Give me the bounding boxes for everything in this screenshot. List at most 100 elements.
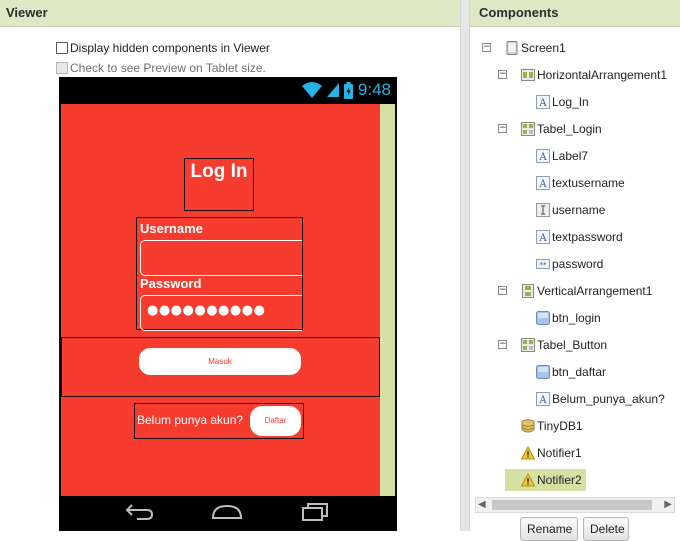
status-clock: 9:48 [357,80,391,99]
title-arrangement[interactable]: Log In [184,158,254,211]
display-hidden-option[interactable]: Display hidden components in Viewer [56,38,270,58]
tree-horizontal-scrollbar[interactable]: ◀ ▶ [475,497,675,513]
page-title: Log In [190,161,248,182]
rename-button[interactable]: Rename [520,517,578,541]
table-arrangement-icon [521,122,537,136]
signal-icon [326,83,339,97]
recent-apps-icon[interactable] [299,502,331,522]
tree-item[interactable]: TinyDB1 [521,415,583,437]
tree-item-label: Belum_punya_akun? [552,392,665,406]
scroll-thumb[interactable] [492,500,652,510]
tree-item[interactable]: A Log_In [536,91,589,113]
button-icon [536,365,552,379]
label-icon: A [536,392,552,406]
database-icon [521,419,537,433]
tree-item-label: VerticalArrangement1 [537,284,653,298]
tree-item[interactable]: Atextusername [536,172,625,194]
tree-item-label: Screen1 [521,41,566,55]
scroll-left-icon[interactable]: ◀ [478,498,486,512]
tree-item[interactable]: Screen1 [505,37,566,59]
register-prompt: Belum punya akun? [137,413,244,427]
viewer-options: Display hidden components in Viewer Chec… [56,38,270,78]
password-value: ●●●●●●●●●● [147,303,266,318]
tree-item-label: HorizontalArrangement1 [537,68,668,82]
tree-item[interactable]: HorizontalArrangement1 [521,64,667,86]
tree-item-label: Tabel_Login [537,122,602,136]
wifi-icon [301,82,322,98]
tree-item-label: password [552,257,604,271]
tree-item[interactable]: Tabel_Login [521,118,602,140]
tree-item[interactable]: VerticalArrangement1 [521,280,652,302]
login-button[interactable]: Masuk [139,348,301,375]
svg-text:A: A [538,152,547,163]
status-bar: 9:48 [59,77,397,104]
username-label: Username [140,221,203,236]
tree-item-label: btn_daftar [552,365,607,379]
panel-divider[interactable] [460,0,470,531]
label-icon: A [536,176,552,190]
components-panel: Components − Screen1 − HorizontalArrangemen… [470,0,680,541]
register-table[interactable]: Belum punya akun? Daftar [134,403,304,439]
tree-toggle[interactable]: − [482,43,491,52]
tree-toggle[interactable]: − [498,286,507,295]
svg-text:A: A [538,233,547,244]
table-arrangement-icon [521,338,537,352]
tree-item-label: textusername [552,176,625,190]
textbox-icon [536,203,552,217]
tree-item-label: TinyDB1 [537,419,583,433]
tablet-preview-label[interactable]: Check to see Preview on Tablet size. [70,61,266,75]
tree-item[interactable]: Notifier1 [521,442,582,464]
register-button[interactable]: Daftar [250,406,301,436]
password-textbox-icon: ** [536,257,552,271]
tree-item-label: Tabel_Button [537,338,608,352]
battery-icon [343,81,353,99]
phone-preview: 9:48 Log In Username Password ●●●●●●●●●●… [59,77,397,531]
button-icon [536,311,552,325]
label-icon: A [536,149,552,163]
tree-item[interactable]: Tabel_Button [521,334,607,356]
screen-scrollbar[interactable] [380,104,395,496]
tablet-preview-option[interactable]: Check to see Preview on Tablet size. [56,58,270,78]
viewer-panel: Viewer Display hidden components in View… [0,0,460,531]
display-hidden-checkbox[interactable] [56,42,68,54]
tree-item[interactable]: A Belum_punya_akun? [536,388,665,410]
username-input[interactable] [140,240,302,276]
tree-toggle[interactable]: − [498,340,507,349]
tree-item-label: textpassword [552,230,623,244]
svg-text:A: A [538,395,547,406]
home-icon[interactable] [211,502,243,522]
svg-text:A: A [538,98,547,109]
warning-icon [521,446,537,460]
scroll-right-icon[interactable]: ▶ [664,498,672,512]
tree-item[interactable]: btn_login [536,307,601,329]
tree-item-label: Log_In [552,95,589,109]
display-hidden-label[interactable]: Display hidden components in Viewer [70,41,270,55]
tablet-preview-checkbox[interactable] [56,62,68,74]
tree-item[interactable]: A Label7 [536,145,588,167]
navigation-bar [59,496,397,531]
back-icon[interactable] [123,502,155,522]
tree-item-label: btn_login [552,311,601,325]
password-input[interactable]: ●●●●●●●●●● [140,295,302,331]
tree-item-label: Notifier1 [537,446,582,460]
tree-toggle[interactable]: − [498,70,507,79]
viewer-header: Viewer [0,0,460,27]
tree-item[interactable]: Atextpassword [536,226,623,248]
warning-icon [521,473,537,487]
tree-item-label: username [552,203,606,217]
screen-icon [505,41,521,55]
vertical-arrangement-icon [521,284,537,298]
tree-item-label: Notifier2 [537,473,582,487]
status-icons: 9:48 [301,80,391,100]
tree-item[interactable]: username [536,199,605,221]
tree-item[interactable]: Notifier2 [505,469,586,491]
tree-item[interactable]: ** password [536,253,603,275]
tree-item[interactable]: btn_daftar [536,361,606,383]
horizontal-arrangement-icon [521,68,537,82]
login-table[interactable]: Username Password ●●●●●●●●●● [136,217,303,331]
delete-button[interactable]: Delete [583,517,629,541]
tree-toggle[interactable]: − [498,124,507,133]
components-header: Components [470,0,680,27]
button-arrangement[interactable]: Masuk [61,337,380,397]
svg-text:**: ** [540,261,548,269]
